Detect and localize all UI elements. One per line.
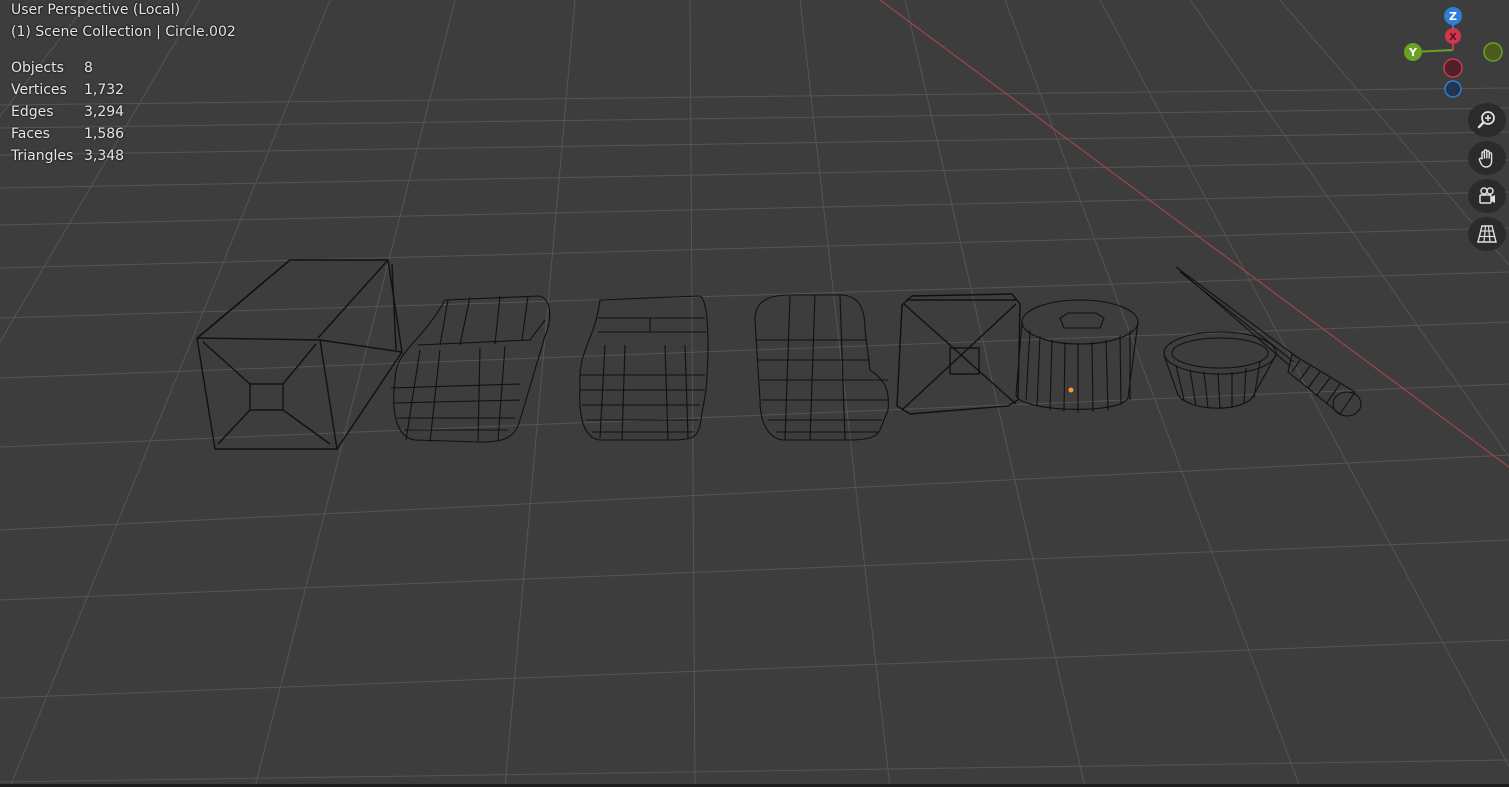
zoom-icon: [1477, 111, 1495, 129]
camera-view-button[interactable]: [1468, 179, 1506, 213]
neg-y-axis-handle[interactable]: [1483, 42, 1503, 62]
object-cylinder[interactable]: [1015, 299, 1139, 413]
y-axis-label: Y: [1408, 46, 1418, 59]
stat-row-objects: Objects 8: [11, 57, 124, 79]
scene-statistics: Objects 8 Vertices 1,732 Edges 3,294 Fac…: [11, 57, 124, 167]
pan-button[interactable]: [1468, 141, 1506, 175]
navigation-gizmo[interactable]: X Z Y: [1395, 0, 1509, 104]
stat-row-vertices: Vertices 1,732: [11, 79, 124, 101]
object-box-tall[interactable]: [196, 259, 403, 450]
perspective-toggle-button[interactable]: [1468, 217, 1506, 251]
stat-label: Faces: [11, 126, 50, 142]
origin-point: [1068, 387, 1074, 393]
camera-view-icon: [1479, 187, 1495, 204]
floor-grid: [0, 0, 1509, 787]
neg-x-axis-handle[interactable]: [1443, 58, 1463, 78]
stat-label: Vertices: [11, 82, 67, 98]
object-rounded-box-3[interactable]: [754, 294, 889, 441]
stat-value: 8: [84, 60, 93, 76]
collection-info-label: (1) Scene Collection | Circle.002: [11, 24, 236, 40]
stat-row-edges: Edges 3,294: [11, 101, 124, 123]
neg-z-axis-handle[interactable]: [1444, 80, 1462, 98]
stat-label: Objects: [11, 60, 64, 76]
stat-value: 3,348: [84, 148, 125, 164]
pan-hand-icon: [1478, 149, 1493, 168]
stat-row-faces: Faces 1,586: [11, 123, 124, 145]
grid-perspective-icon: [1477, 225, 1497, 243]
stat-value: 3,294: [84, 104, 125, 120]
stat-value: 1,732: [84, 82, 125, 98]
stat-value: 1,586: [84, 126, 125, 142]
view-name-label: User Perspective (Local): [11, 2, 181, 18]
object-bowl[interactable]: [1163, 331, 1277, 410]
x-axis-label: X: [1449, 32, 1457, 43]
viewport-scene[interactable]: [0, 0, 1509, 787]
stat-label: Edges: [11, 104, 54, 120]
stat-label: Triangles: [11, 148, 74, 164]
3d-viewport[interactable]: User Perspective (Local) (1) Scene Colle…: [0, 0, 1509, 787]
object-rounded-box-1[interactable]: [390, 295, 551, 443]
object-square-box[interactable]: [896, 293, 1021, 415]
stat-row-triangles: Triangles 3,348: [11, 145, 124, 167]
zoom-button[interactable]: [1468, 103, 1506, 137]
z-axis-label: Z: [1449, 10, 1457, 23]
